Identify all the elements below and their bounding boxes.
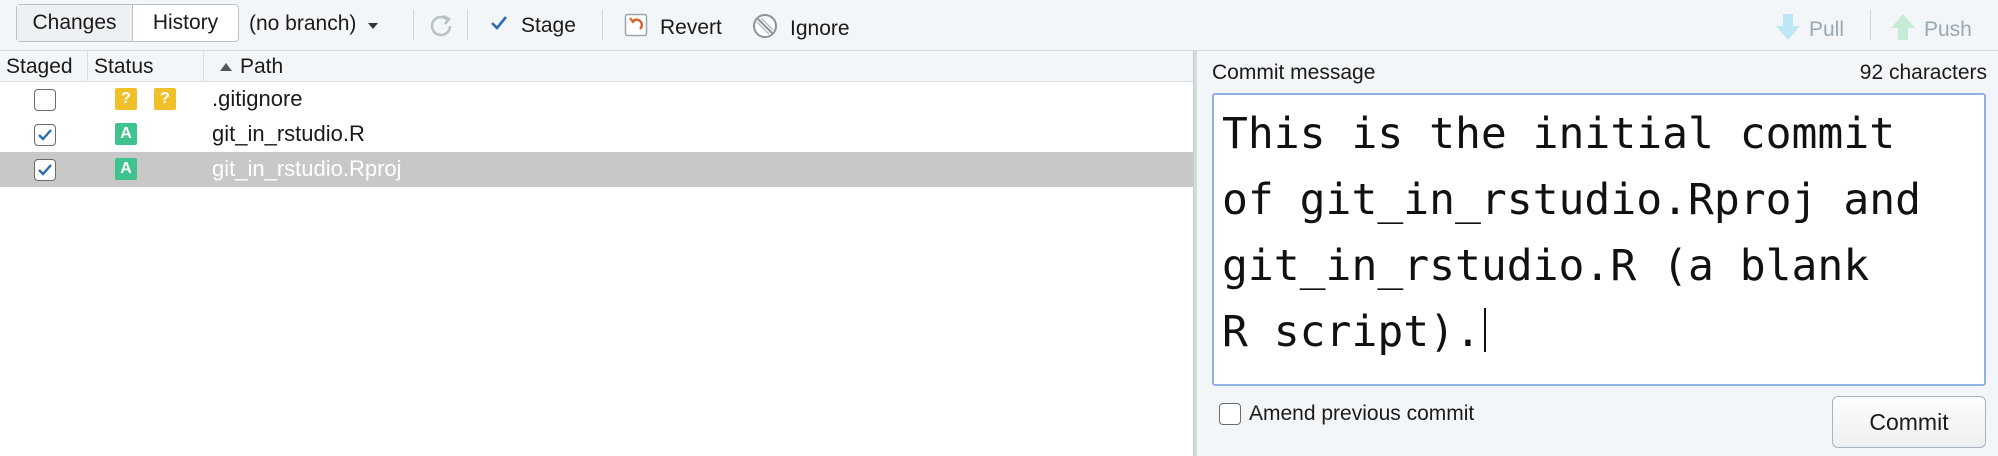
status-added-badge: A [115, 158, 137, 180]
check-icon [38, 129, 52, 141]
table-row[interactable]: A git_in_rstudio.R [0, 117, 1193, 152]
commit-panel: Commit message 92 characters This is the… [1197, 51, 1998, 456]
pull-button[interactable]: Pull [1775, 13, 1844, 47]
toolbar-divider [467, 10, 468, 40]
file-path: git_in_rstudio.R [212, 121, 365, 146]
staged-checkbox[interactable] [34, 124, 56, 146]
commit-message-text: This is the initial commit of git_in_rst… [1222, 109, 1921, 357]
amend-checkbox[interactable] [1219, 403, 1241, 425]
column-header-staged[interactable]: Staged [0, 51, 88, 82]
branch-label: (no branch) [249, 12, 357, 35]
amend-previous-commit-option[interactable]: Amend previous commit [1219, 402, 1474, 426]
sort-ascending-icon [220, 62, 232, 71]
table-header: Staged Status Path [0, 51, 1193, 82]
refresh-icon[interactable] [425, 10, 457, 42]
commit-button[interactable]: Commit [1832, 396, 1986, 448]
status-added-badge: A [115, 123, 137, 145]
stage-label: Stage [521, 14, 576, 37]
staged-checkbox[interactable] [34, 89, 56, 111]
chevron-down-icon [368, 23, 379, 29]
status-untracked-badge: ? [154, 88, 176, 110]
stage-check-icon [489, 13, 509, 39]
toolbar: Changes History (no branch) Stage Revert… [0, 0, 1998, 51]
stage-button[interactable]: Stage [489, 13, 576, 39]
toolbar-divider [602, 10, 603, 40]
ignore-label: Ignore [790, 17, 850, 40]
toolbar-divider [413, 10, 414, 40]
ignore-icon [752, 13, 778, 45]
text-cursor [1483, 308, 1486, 352]
amend-label: Amend previous commit [1249, 402, 1475, 425]
commit-message-input[interactable]: This is the initial commit of git_in_rst… [1212, 93, 1986, 386]
check-icon [38, 164, 52, 176]
file-path: .gitignore [212, 86, 303, 111]
status-untracked-badge: ? [115, 88, 137, 110]
push-arrow-up-icon [1890, 13, 1916, 47]
file-path: git_in_rstudio.Rproj [212, 156, 402, 181]
branch-dropdown[interactable]: (no branch) [249, 12, 379, 36]
column-header-status[interactable]: Status [88, 51, 204, 82]
column-header-path[interactable]: Path [204, 51, 1193, 82]
view-tabs: Changes History [16, 4, 239, 42]
table-row[interactable]: ? ? .gitignore [0, 82, 1193, 117]
changes-file-list: Staged Status Path ? ? .gitignore A git_… [0, 51, 1193, 456]
pull-arrow-down-icon [1775, 13, 1801, 47]
column-header-path-label: Path [240, 54, 284, 78]
table-row[interactable]: A git_in_rstudio.Rproj [0, 152, 1193, 187]
commit-message-label: Commit message [1212, 61, 1376, 84]
tab-history[interactable]: History [133, 5, 238, 41]
revert-icon [624, 13, 648, 43]
staged-checkbox[interactable] [34, 159, 56, 181]
push-label: Push [1924, 18, 1972, 41]
tab-changes[interactable]: Changes [17, 5, 133, 41]
revert-button[interactable]: Revert [624, 13, 722, 43]
character-count: 92 characters [1859, 61, 1987, 84]
toolbar-divider [1870, 10, 1871, 40]
ignore-button[interactable]: Ignore [752, 13, 850, 45]
revert-label: Revert [660, 16, 722, 39]
push-button[interactable]: Push [1890, 13, 1972, 47]
pull-label: Pull [1809, 18, 1845, 41]
